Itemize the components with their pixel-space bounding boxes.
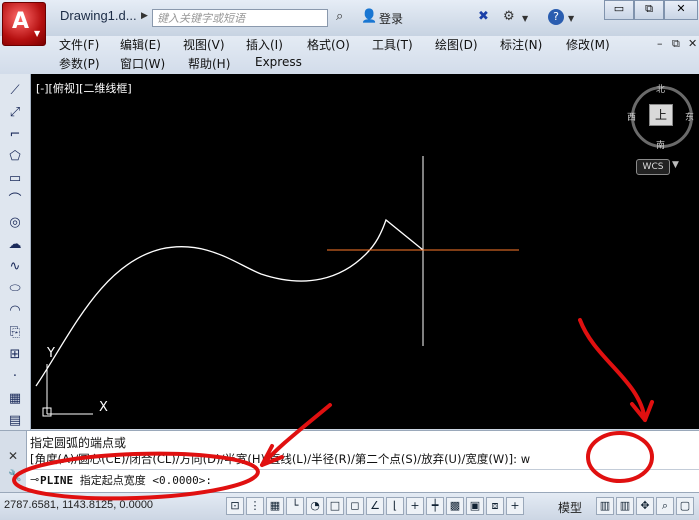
user-icon: 👤 — [361, 9, 378, 24]
lineweight-icon[interactable]: ┿ — [426, 497, 444, 515]
drawing-canvas[interactable]: [-][俯视][二维线框] Y X 上 北 南 东 西 WCS ▼ — [31, 74, 699, 429]
selection-cycling-icon[interactable]: ⧈ — [486, 497, 504, 515]
chevron-down-icon[interactable]: ▼ — [568, 14, 574, 23]
clean-screen-icon[interactable]: ▢ — [676, 497, 694, 515]
search-input[interactable] — [152, 9, 328, 27]
transparency-icon[interactable]: ▩ — [446, 497, 464, 515]
viewcube-top-face[interactable]: 上 — [649, 104, 673, 126]
snap-mode-icon[interactable]: ⋮ — [246, 497, 264, 515]
revision-cloud-tool-icon[interactable]: ☁ — [6, 236, 24, 254]
spline-tool-icon[interactable]: ∿ — [6, 258, 24, 276]
document-title: Drawing1.d... — [60, 8, 137, 23]
circle-tool-icon[interactable]: ◎ — [6, 214, 24, 232]
model-space-button[interactable]: 模型 — [558, 499, 582, 516]
polyline-curve — [35, 218, 424, 387]
3d-object-snap-icon[interactable]: ◻ — [346, 497, 364, 515]
ortho-mode-icon[interactable]: └ — [286, 497, 304, 515]
menu-parametric[interactable]: 参数(P) — [59, 55, 100, 72]
wrench-icon[interactable]: 🔧 — [8, 469, 22, 482]
menu-bar: 文件(F) 编辑(E) 视图(V) 插入(I) 格式(O) 工具(T) 绘图(D… — [0, 36, 699, 75]
command-window-handle[interactable]: ✕ 🔧 — [0, 431, 27, 493]
menu-tools[interactable]: 工具(T) — [372, 36, 413, 53]
command-history-line-2: [角度(A)/圆心(CE)/闭合(CL)/方向(D)/半宽(H)/直线(L)/半… — [30, 452, 531, 466]
close-button[interactable]: ✕ — [664, 0, 698, 20]
search-expand-icon[interactable]: ▶ — [141, 11, 151, 23]
wcs-menu[interactable]: WCS — [636, 159, 670, 175]
login-button[interactable]: 登录 — [379, 10, 403, 27]
coordinate-readout[interactable]: 2787.6581, 1143.8125, 0.0000 — [4, 499, 153, 511]
close-icon[interactable]: ✕ — [8, 449, 18, 463]
command-prompt: PLINE 指定起点宽度 <0.0000>: — [40, 472, 212, 488]
application-menu-button[interactable]: A ▼ — [2, 2, 46, 46]
compass-east[interactable]: 东 — [685, 110, 694, 123]
draw-toolbar: ⟋ ⤢ ⌐ ⬠ ▭ ⌒ ◎ ☁ ∿ ⬭ ◠ ⎘ ⊞ · ▦ ▤ — [0, 74, 31, 430]
insert-block-tool-icon[interactable]: ⎘ — [6, 324, 24, 342]
polygon-tool-icon[interactable]: ⬠ — [6, 148, 24, 166]
arc-tool-icon[interactable]: ⌒ — [6, 192, 24, 210]
menu-format[interactable]: 格式(O) — [307, 36, 350, 53]
pan-icon[interactable]: ✥ — [636, 497, 654, 515]
menu-express[interactable]: Express — [255, 55, 302, 69]
object-snap-icon[interactable]: □ — [326, 497, 344, 515]
menu-draw[interactable]: 绘图(D) — [435, 36, 478, 53]
compass-west[interactable]: 西 — [627, 110, 636, 123]
menu-edit[interactable]: 编辑(E) — [120, 36, 161, 53]
drawing-svg: Y X — [35, 156, 519, 417]
grid-display-icon[interactable]: ▦ — [266, 497, 284, 515]
doc-minimize-button[interactable]: – — [657, 37, 663, 50]
chevron-down-icon[interactable]: ▼ — [522, 14, 528, 23]
construction-line-tool-icon[interactable]: ⤢ — [6, 104, 24, 122]
connect-icon[interactable]: ⚙ — [503, 9, 515, 24]
layout-icon[interactable]: ▥ — [596, 497, 614, 515]
menu-modify[interactable]: 修改(M) — [566, 36, 610, 53]
menu-view[interactable]: 视图(V) — [183, 36, 225, 53]
rectangle-tool-icon[interactable]: ▭ — [6, 170, 24, 188]
ucs-y-label: Y — [46, 346, 55, 361]
menu-insert[interactable]: 插入(I) — [246, 36, 283, 53]
polar-tracking-icon[interactable]: ◔ — [306, 497, 324, 515]
polyline-tool-icon[interactable]: ⌐ — [6, 126, 24, 144]
ellipse-tool-icon[interactable]: ⬭ — [6, 280, 24, 298]
command-input[interactable]: ⊸ PLINE 指定起点宽度 <0.0000>: — [26, 469, 699, 492]
menu-dimension[interactable]: 标注(N) — [500, 36, 542, 53]
table-tool-icon[interactable]: ▤ — [6, 412, 24, 430]
layout2-icon[interactable]: ▥ — [616, 497, 634, 515]
ucs-x-label: X — [99, 400, 108, 415]
zoom-icon[interactable]: ⌕ — [656, 497, 674, 515]
command-prompt-text: 指定起点宽度 <0.0000>: — [79, 474, 212, 487]
point-tool-icon[interactable]: · — [6, 368, 24, 386]
infer-constraints-icon[interactable]: ⊡ — [226, 497, 244, 515]
command-window: ✕ 🔧 指定圆弧的端点或 [角度(A)/圆心(CE)/闭合(CL)/方向(D)/… — [0, 430, 699, 493]
annotation-monitor-icon[interactable]: + — [506, 497, 524, 515]
chevron-down-icon[interactable]: ▼ — [672, 160, 679, 170]
compass-south[interactable]: 南 — [656, 138, 665, 151]
menu-window[interactable]: 窗口(W) — [120, 55, 165, 72]
binoculars-icon[interactable]: ⌕ — [336, 9, 343, 24]
doc-close-button[interactable]: ✕ — [688, 37, 697, 50]
make-block-tool-icon[interactable]: ⊞ — [6, 346, 24, 364]
menu-help[interactable]: 帮助(H) — [188, 55, 230, 72]
dynamic-input-icon[interactable]: + — [406, 497, 424, 515]
object-snap-tracking-icon[interactable]: ∠ — [366, 497, 384, 515]
status-bar: 2787.6581, 1143.8125, 0.0000 ⊡ ⋮ ▦ └ ◔ □… — [0, 492, 699, 520]
minimize-button[interactable]: ▭ — [604, 0, 634, 20]
help-icon[interactable]: ? — [548, 9, 564, 25]
menu-file[interactable]: 文件(F) — [59, 36, 99, 53]
chevron-down-icon: ▼ — [34, 29, 41, 38]
command-history-line-1: 指定圆弧的端点或 — [30, 436, 127, 450]
dynamic-ucs-icon[interactable]: ⌊ — [386, 497, 404, 515]
line-tool-icon[interactable]: ⟋ — [6, 82, 24, 100]
restore-button[interactable]: ⧉ — [634, 0, 664, 20]
ellipse-arc-tool-icon[interactable]: ◠ — [6, 302, 24, 320]
hatch-tool-icon[interactable]: ▦ — [6, 390, 24, 408]
command-name: PLINE — [40, 474, 74, 487]
command-prompt-icon: ⊸ — [30, 473, 40, 486]
quick-properties-icon[interactable]: ▣ — [466, 497, 484, 515]
exchange-icon[interactable]: ✖ — [478, 9, 489, 24]
title-bar: A ▼ Drawing1.d... ▶ ⌕ 👤 登录 ✖ ⚙ ▼ ? ▼ ▭ ⧉… — [0, 0, 699, 46]
compass-north[interactable]: 北 — [656, 82, 665, 95]
autocad-logo-icon: A — [12, 9, 30, 34]
doc-restore-button[interactable]: ⧉ — [672, 37, 680, 51]
